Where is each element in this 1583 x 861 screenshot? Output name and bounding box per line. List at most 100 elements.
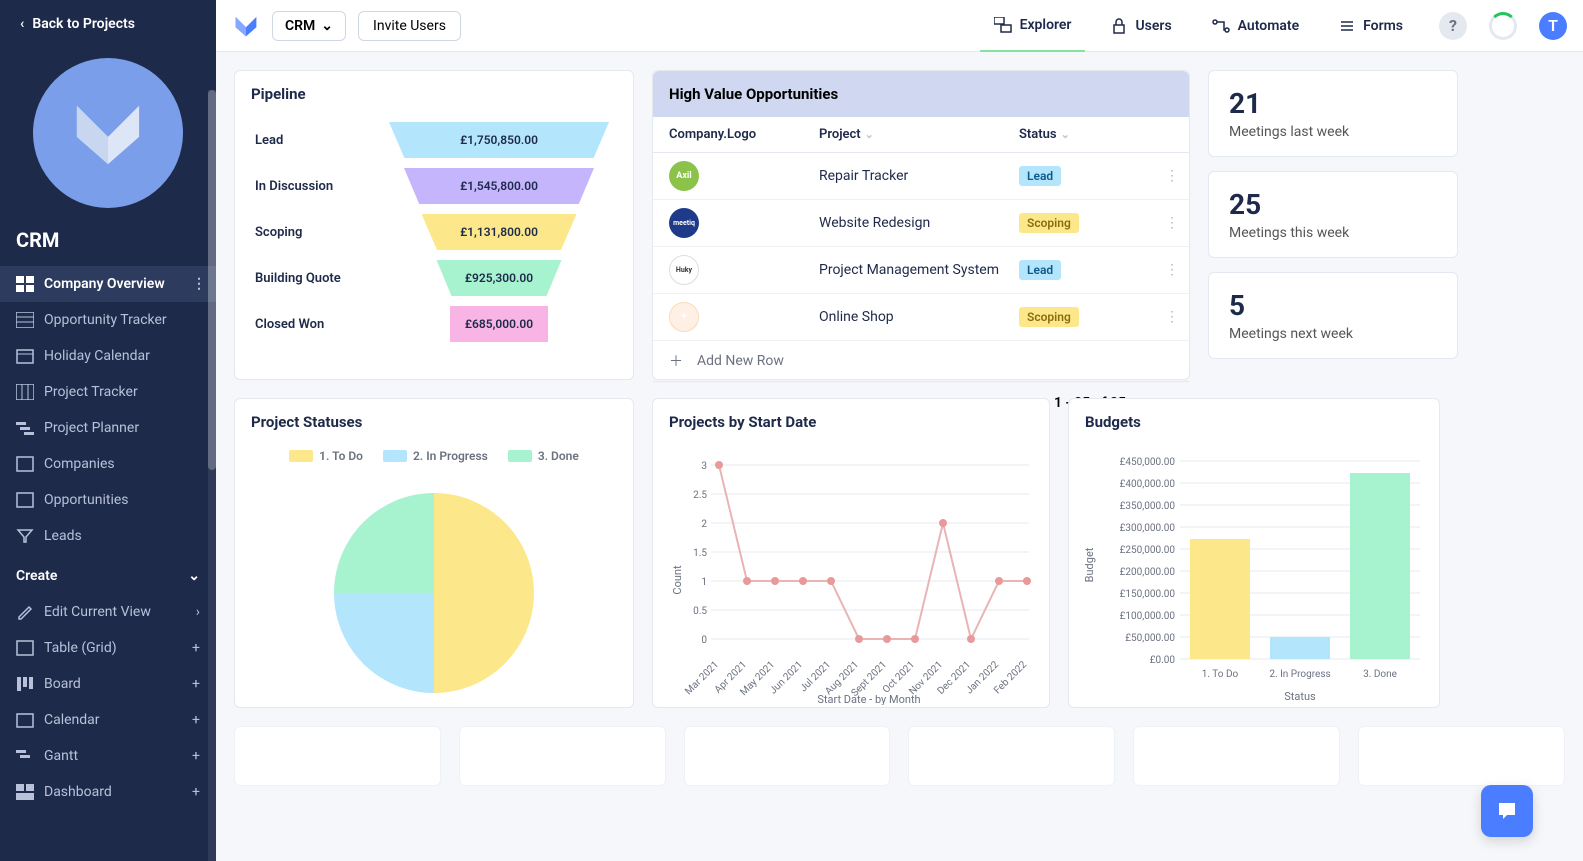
brand-icon[interactable] <box>232 12 260 40</box>
funnel-bar: £1,750,850.00 <box>389 122 609 158</box>
funnel-bar: £925,300.00 <box>437 260 562 296</box>
create-edit-current-view[interactable]: Edit Current View › <box>0 594 216 630</box>
company-logo: ✦ <box>669 302 699 332</box>
table-row[interactable]: ✦ Online Shop Scoping ⋮ <box>653 294 1189 341</box>
create-board[interactable]: Board + <box>0 666 216 702</box>
stat-value: 25 <box>1229 188 1437 221</box>
explorer-icon <box>994 17 1012 33</box>
user-avatar[interactable]: T <box>1539 12 1567 40</box>
row-menu-icon[interactable]: ⋮ <box>1165 309 1179 325</box>
dashboard-icon <box>16 276 34 292</box>
svg-text:£100,000.00: £100,000.00 <box>1120 611 1176 622</box>
create-label: Create <box>16 568 57 584</box>
table-row[interactable]: meetiq Website Redesign Scoping ⋮ <box>653 200 1189 247</box>
nav-label: Opportunity Tracker <box>44 312 167 328</box>
row-menu-icon[interactable]: ⋮ <box>1165 168 1179 184</box>
empty-card <box>459 726 666 786</box>
topnav-users[interactable]: Users <box>1097 0 1185 52</box>
stat-card-this-week: 25 Meetings this week <box>1208 171 1458 258</box>
sidebar-item-leads[interactable]: Leads <box>0 518 216 554</box>
chevron-down-icon: ⌄ <box>321 18 333 34</box>
create-table[interactable]: Table (Grid) + <box>0 630 216 666</box>
column-header-project[interactable]: Project ⌄ <box>819 127 1019 142</box>
topnav-label: Explorer <box>1020 17 1072 33</box>
funnel-stage-label: Scoping <box>255 225 385 240</box>
status-badge: Lead <box>1019 260 1061 280</box>
plus-icon: + <box>192 676 200 692</box>
plus-icon: + <box>192 712 200 728</box>
legend-swatch <box>508 450 532 462</box>
stats-column: 21 Meetings last week 25 Meetings this w… <box>1208 70 1458 380</box>
table-row[interactable]: Huky Project Management System Lead ⋮ <box>653 247 1189 294</box>
sidebar-item-company-overview[interactable]: Company Overview ⋮ <box>0 266 216 302</box>
projects-by-date-card: Projects by Start Date Count 3 2.5 2 1.5… <box>652 398 1050 708</box>
empty-card <box>908 726 1115 786</box>
topnav-forms[interactable]: Forms <box>1325 0 1417 52</box>
sidebar-item-holiday-calendar[interactable]: Holiday Calendar <box>0 338 216 374</box>
topnav-explorer[interactable]: Explorer <box>980 0 1086 52</box>
x-axis-label: Status <box>1284 690 1316 703</box>
create-label: Gantt <box>44 748 78 764</box>
svg-text:£0.00: £0.00 <box>1150 655 1176 666</box>
create-gantt[interactable]: Gantt + <box>0 738 216 774</box>
svg-text:£50,000.00: £50,000.00 <box>1125 633 1175 644</box>
nav-label: Opportunities <box>44 492 129 508</box>
plus-icon: + <box>192 748 200 764</box>
project-dropdown[interactable]: CRM ⌄ <box>272 11 346 41</box>
add-new-row-button[interactable]: ＋ Add New Row <box>653 341 1189 381</box>
x-axis-label: Start Date - by Month <box>817 693 920 705</box>
create-section-toggle[interactable]: Create ⌄ <box>0 554 216 594</box>
cell-project: Project Management System <box>819 262 1019 278</box>
funnel-stage-label: Closed Won <box>255 317 385 332</box>
pie-chart <box>324 483 544 703</box>
back-to-projects-link[interactable]: ‹ Back to Projects <box>0 0 216 48</box>
invite-users-button[interactable]: Invite Users <box>358 11 461 41</box>
sidebar: ‹ Back to Projects CRM Company Overview … <box>0 0 216 861</box>
row-menu-icon[interactable]: ⋮ <box>1165 215 1179 231</box>
nav-label: Company Overview <box>44 276 165 292</box>
svg-text:2.5: 2.5 <box>693 490 707 501</box>
plus-icon: + <box>192 784 200 800</box>
chevron-left-icon: ‹ <box>20 16 24 32</box>
table-row[interactable]: Axil Repair Tracker Lead ⋮ <box>653 153 1189 200</box>
chat-button[interactable] <box>1481 785 1533 837</box>
sidebar-item-project-planner[interactable]: Project Planner <box>0 410 216 446</box>
create-calendar[interactable]: Calendar + <box>0 702 216 738</box>
column-header-status[interactable]: Status ⌄ <box>1019 127 1119 142</box>
sidebar-item-opportunities[interactable]: Opportunities <box>0 482 216 518</box>
more-icon[interactable]: ⋮ <box>192 276 206 292</box>
project-logo <box>0 48 216 228</box>
sidebar-item-companies[interactable]: Companies <box>0 446 216 482</box>
cell-project: Website Redesign <box>819 215 1019 231</box>
project-statuses-card: Project Statuses 1. To Do 2. In Progress… <box>234 398 634 708</box>
topnav-automate[interactable]: Automate <box>1198 0 1313 52</box>
plus-icon: + <box>192 640 200 656</box>
automate-icon <box>1212 18 1230 34</box>
sidebar-item-project-tracker[interactable]: Project Tracker <box>0 374 216 410</box>
stat-label: Meetings this week <box>1229 225 1437 241</box>
gantt-icon <box>16 748 34 764</box>
svg-text:£250,000.00: £250,000.00 <box>1120 545 1176 556</box>
company-logo: Huky <box>669 255 699 285</box>
sort-icon: ⌄ <box>865 128 874 141</box>
funnel-bar: £1,131,800.00 <box>422 214 577 250</box>
stat-label: Meetings last week <box>1229 124 1437 140</box>
nav-label: Holiday Calendar <box>44 348 150 364</box>
empty-card <box>1358 726 1565 786</box>
project-title: CRM <box>0 228 216 266</box>
nav-label: Leads <box>44 528 82 544</box>
bar-chart: Budget £450,000.00 £400,000.00 £350,000.… <box>1085 455 1425 705</box>
bar <box>1350 473 1410 659</box>
sidebar-scrollbar[interactable] <box>208 90 216 861</box>
row-menu-icon[interactable]: ⋮ <box>1165 262 1179 278</box>
funnel-chart: Lead£1,750,850.00 In Discussion£1,545,80… <box>235 117 633 367</box>
column-header-logo[interactable]: Company.Logo <box>669 127 819 142</box>
help-button[interactable]: ? <box>1439 12 1467 40</box>
create-dashboard[interactable]: Dashboard + <box>0 774 216 810</box>
svg-text:2: 2 <box>701 519 707 530</box>
forms-icon <box>1339 18 1355 34</box>
stat-card-next-week: 5 Meetings next week <box>1208 272 1458 359</box>
sidebar-item-opportunity-tracker[interactable]: Opportunity Tracker <box>0 302 216 338</box>
svg-text:0.5: 0.5 <box>693 606 707 617</box>
status-badge: Scoping <box>1019 213 1079 233</box>
